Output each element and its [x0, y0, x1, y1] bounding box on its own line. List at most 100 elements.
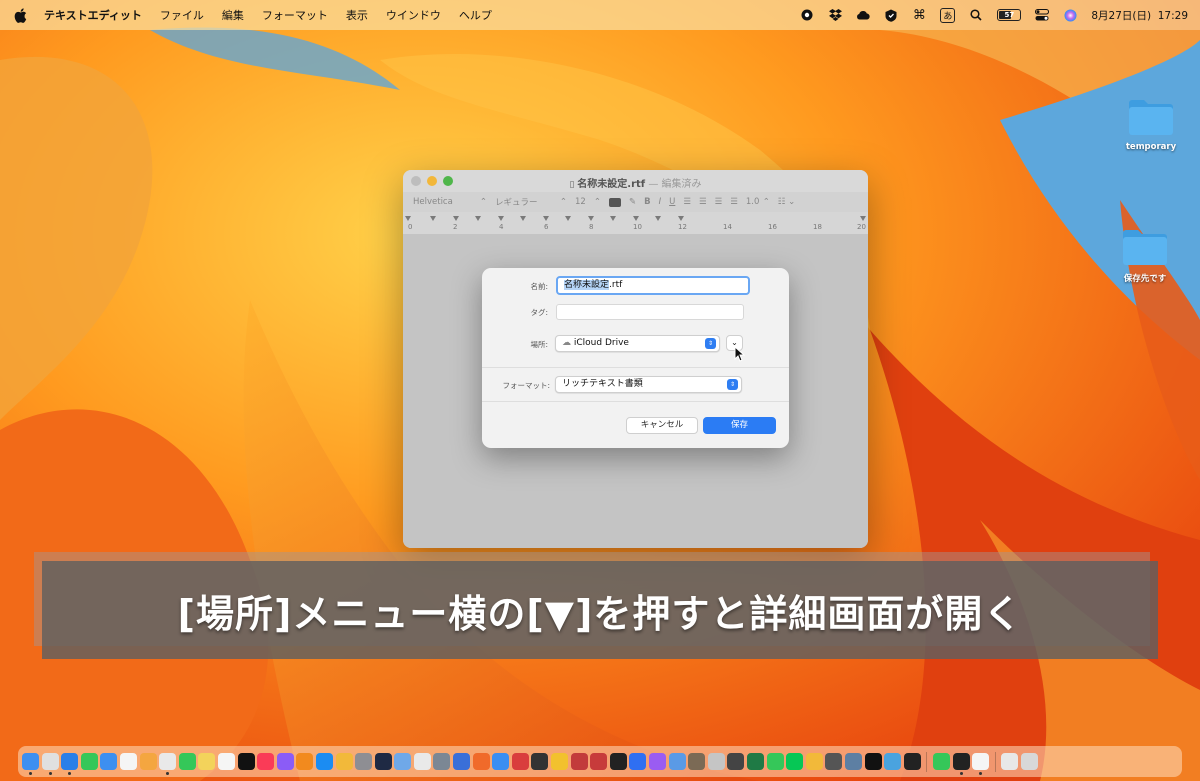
dock-keynote-icon[interactable]: [492, 753, 510, 770]
menu-help[interactable]: ヘルプ: [459, 7, 492, 23]
font-size-popup[interactable]: 12 ⌃: [575, 197, 601, 207]
dock-line-icon[interactable]: [786, 753, 804, 770]
line-spacing-popup[interactable]: 1.0 ⌃: [746, 197, 770, 207]
bold-button[interactable]: B: [644, 197, 650, 207]
ruler-label: 10: [633, 223, 642, 231]
dropbox-icon[interactable]: [828, 8, 842, 22]
dock-messages-icon[interactable]: [80, 753, 98, 770]
dock-keka-icon[interactable]: [688, 753, 706, 770]
dock-vpn-icon[interactable]: [570, 753, 588, 770]
dock-pencil-icon[interactable]: [335, 753, 353, 770]
dock-downloads-icon[interactable]: [1001, 753, 1019, 770]
ruler[interactable]: 0 2 4 6 8 10 12 14 16 18 20: [403, 212, 868, 235]
underline-button[interactable]: U: [669, 197, 675, 207]
control-center-icon[interactable]: [1035, 8, 1050, 22]
format-toolbar: Helvetica ⌃ レギュラー ⌃ 12 ⌃ ✎ B I U ☰ ☰ ☰ ☰ 1.…: [403, 192, 868, 212]
dock-launchpad-icon[interactable]: [41, 753, 59, 775]
siri-icon[interactable]: [1063, 8, 1077, 22]
cloud-icon[interactable]: [856, 8, 870, 22]
location-label: 場所:: [530, 340, 548, 349]
desktop-folder-save-target[interactable]: 保存先です: [1100, 228, 1190, 284]
dock-chrome-canary-icon[interactable]: [551, 753, 569, 770]
justify-icon[interactable]: ☰: [730, 197, 738, 207]
spotlight-icon[interactable]: [969, 8, 983, 22]
record-icon[interactable]: [800, 8, 814, 22]
dock-appcleaner-icon[interactable]: [453, 753, 471, 770]
tags-input[interactable]: [556, 304, 744, 320]
filename-input[interactable]: 名称未設定.rtf: [556, 276, 750, 295]
dock-plane-icon[interactable]: [805, 753, 823, 770]
menu-format[interactable]: フォーマット: [262, 7, 328, 23]
input-method-icon[interactable]: あ: [940, 7, 956, 23]
caption-text: [場所]メニュー横の[▼]を押すと詳細画面が開く: [177, 591, 1023, 636]
text-color-well[interactable]: [609, 197, 621, 207]
dock-notes-icon[interactable]: [198, 753, 216, 770]
dock-app2-icon[interactable]: [707, 753, 725, 770]
menu-file[interactable]: ファイル: [160, 7, 204, 23]
menu-window[interactable]: ウインドウ: [386, 7, 441, 23]
save-button[interactable]: 保存: [703, 417, 776, 434]
dock-xit-icon[interactable]: [864, 753, 882, 770]
dock-excel-icon[interactable]: [746, 753, 764, 770]
dock-tv-icon[interactable]: [237, 753, 255, 770]
dock-photoshop-icon[interactable]: [374, 753, 392, 770]
dock-reminders-icon[interactable]: [217, 753, 235, 770]
cancel-button[interactable]: キャンセル: [626, 417, 698, 434]
dock-firefox-icon[interactable]: [472, 753, 490, 770]
menu-app-name[interactable]: テキストエディット: [44, 7, 142, 23]
dock-safari-icon[interactable]: [61, 753, 79, 775]
window-title: ▯ 名称未設定.rtf — 編集済み: [569, 179, 702, 190]
font-family-popup[interactable]: Helvetica ⌃: [413, 197, 487, 207]
menu-edit[interactable]: 編集: [222, 7, 244, 23]
dock-davinci-icon[interactable]: [531, 753, 549, 770]
dock-facetime-icon[interactable]: [178, 753, 196, 770]
italic-button[interactable]: I: [659, 197, 662, 207]
dock-terminal-icon[interactable]: [952, 753, 970, 775]
dock-mindnode-icon[interactable]: [413, 753, 431, 770]
align-center-icon[interactable]: ☰: [699, 197, 707, 207]
dock-app3-icon[interactable]: [825, 753, 843, 770]
battery-icon[interactable]: 57: [997, 9, 1022, 21]
highlight-icon[interactable]: ✎: [629, 197, 636, 207]
dock-image-capture-icon[interactable]: [668, 753, 686, 770]
dock-mail-icon[interactable]: [100, 753, 118, 770]
dock-books-icon[interactable]: [296, 753, 314, 770]
dock-trash-icon[interactable]: [1020, 753, 1038, 770]
dock-preview-icon[interactable]: [394, 753, 412, 770]
dock-podcasts-icon[interactable]: [276, 753, 294, 770]
menu-clock[interactable]: 8月27日(日) 17:29: [1091, 8, 1188, 23]
dock-settings-icon[interactable]: [355, 753, 373, 770]
dock-app5-icon[interactable]: [903, 753, 921, 770]
dock-screenshot-icon[interactable]: [884, 753, 902, 770]
dock-app4-icon[interactable]: [844, 753, 862, 770]
menu-view[interactable]: 表示: [346, 7, 368, 23]
font-style-popup[interactable]: レギュラー ⌃: [495, 196, 567, 208]
list-icon[interactable]: ☷ ⌄: [778, 197, 795, 207]
command-icon[interactable]: ⌘: [912, 8, 926, 23]
dock-dictionary-icon[interactable]: [590, 753, 608, 770]
align-right-icon[interactable]: ☰: [715, 197, 723, 207]
mouse-cursor-icon: [734, 346, 746, 362]
dock-messenger-icon[interactable]: [649, 753, 666, 770]
dock-textedit-icon[interactable]: [972, 753, 990, 775]
dock-facetime2-icon[interactable]: [766, 753, 784, 770]
dock-scanner-icon[interactable]: [433, 753, 451, 770]
location-popup[interactable]: ☁ iCloud Drive ⇕: [555, 335, 720, 352]
dock-appstore-icon[interactable]: [315, 753, 333, 770]
dock-figma-icon[interactable]: [609, 753, 627, 770]
dock-opera-icon[interactable]: [511, 753, 529, 770]
dock-terminal-alt-icon[interactable]: [727, 753, 745, 770]
desktop-folder-temporary[interactable]: temporary: [1106, 98, 1196, 152]
dock-calendar-icon[interactable]: [119, 753, 137, 770]
dock-music-icon[interactable]: [257, 753, 275, 770]
dock-separator: [994, 751, 996, 772]
dock-finder-icon[interactable]: [22, 753, 39, 775]
shield-app-icon[interactable]: [884, 8, 898, 22]
apple-menu-icon[interactable]: [14, 7, 30, 23]
dock-photos-icon[interactable]: [139, 753, 157, 770]
file-format-popup[interactable]: リッチテキスト書類 ⇕: [555, 376, 742, 393]
dock-chrome-icon[interactable]: [159, 753, 177, 775]
align-left-icon[interactable]: ☰: [683, 197, 691, 207]
dock-spark-icon[interactable]: [629, 753, 647, 770]
dock-numbers-icon[interactable]: [932, 753, 950, 770]
